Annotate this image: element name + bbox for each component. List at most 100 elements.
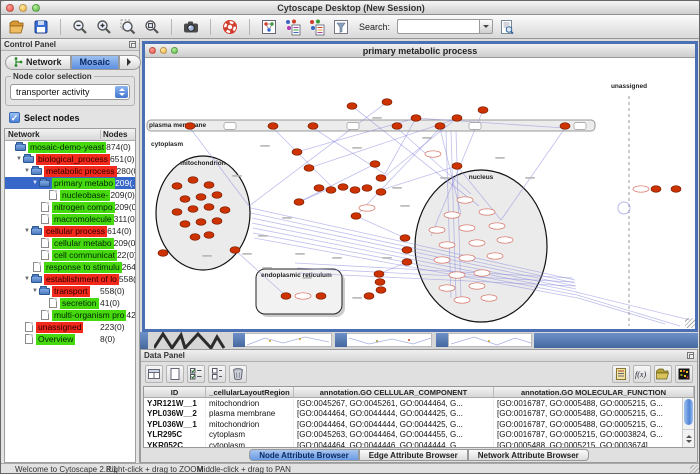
- expander-icon[interactable]: ▼: [23, 228, 31, 234]
- load-attributes-icon[interactable]: [654, 365, 672, 383]
- network-view-titlebar[interactable]: primary metabolic process: [145, 44, 695, 58]
- background-frame-border[interactable]: [436, 333, 448, 347]
- graph-node[interactable]: [188, 206, 198, 213]
- background-frame-border[interactable]: [140, 332, 148, 349]
- expander-icon[interactable]: ▼: [23, 276, 31, 282]
- tree-row[interactable]: nitrogen compo209(0): [5, 201, 135, 213]
- graph-node[interactable]: [196, 219, 206, 226]
- background-window-thumbnail[interactable]: [448, 333, 532, 347]
- graph-node[interactable]: [376, 175, 386, 182]
- table-scrollbar[interactable]: [682, 398, 694, 447]
- membrane-label-box[interactable]: [224, 123, 236, 130]
- graph-node[interactable]: [220, 207, 230, 214]
- graph-node[interactable]: [338, 184, 348, 191]
- create-attribute-icon[interactable]: [166, 365, 184, 383]
- graph-node[interactable]: [560, 123, 570, 130]
- self-loop-edge[interactable]: [618, 202, 630, 214]
- membrane-label-box[interactable]: [347, 123, 359, 130]
- graph-node[interactable]: [671, 186, 681, 193]
- table-column-header[interactable]: ID: [144, 387, 206, 397]
- tree-row[interactable]: multi-organism pro42(0): [5, 309, 135, 321]
- tree-row[interactable]: Overview8(0): [5, 333, 135, 345]
- small-node[interactable]: [469, 240, 485, 246]
- float-panel-icon[interactable]: [687, 352, 694, 359]
- save-icon[interactable]: [31, 17, 51, 37]
- tree-row[interactable]: cellular metabo209(0): [5, 237, 135, 249]
- graph-node[interactable]: [268, 123, 278, 130]
- graph-node[interactable]: [314, 185, 324, 192]
- open-icon[interactable]: [7, 17, 27, 37]
- small-node[interactable]: [459, 225, 475, 231]
- graph-node[interactable]: [411, 115, 421, 122]
- tree-row[interactable]: ▼metabolic process280(0): [5, 165, 135, 177]
- attribute-checklist-icon[interactable]: [187, 365, 205, 383]
- table-column-header[interactable]: annotation.GO CELLULAR_COMPONENT: [294, 387, 494, 397]
- tab-mosaic[interactable]: Mosaic: [71, 55, 120, 70]
- small-node[interactable]: [497, 237, 513, 243]
- table-column-header[interactable]: _cellularLayoutRegion: [206, 387, 294, 397]
- graph-node[interactable]: [204, 204, 214, 211]
- small-node[interactable]: [487, 253, 503, 259]
- tree-row[interactable]: ▼cellular process614(0): [5, 225, 135, 237]
- graph-node[interactable]: [402, 247, 412, 254]
- formula-fx-icon[interactable]: f(x): [633, 365, 651, 383]
- graph-node[interactable]: [180, 221, 190, 228]
- tree-col-network[interactable]: Network: [5, 130, 101, 139]
- expander-icon[interactable]: ▼: [23, 168, 31, 174]
- tree-row[interactable]: secretion41(0): [5, 297, 135, 309]
- map-attributes-icon[interactable]: [307, 17, 327, 37]
- float-panel-icon[interactable]: [129, 41, 136, 48]
- graph-node[interactable]: [376, 287, 386, 294]
- small-node[interactable]: [359, 205, 375, 211]
- tree-row[interactable]: ▼transport558(0): [5, 285, 135, 297]
- node-color-dropdown[interactable]: transporter activity: [10, 84, 130, 100]
- small-node[interactable]: [489, 223, 505, 229]
- graph-node[interactable]: [188, 177, 198, 184]
- small-node[interactable]: [439, 285, 455, 291]
- graph-node[interactable]: [651, 186, 661, 193]
- expander-icon[interactable]: ▼: [15, 156, 23, 162]
- background-frame-border[interactable]: [233, 333, 245, 347]
- tree-row[interactable]: mosaic-demo-yeast874(0): [5, 141, 135, 153]
- attribute-matrix-icon[interactable]: [675, 365, 693, 383]
- zoom-in-icon[interactable]: [94, 17, 114, 37]
- small-node[interactable]: [454, 297, 470, 303]
- graph-node[interactable]: [452, 163, 462, 170]
- advanced-search-icon[interactable]: [497, 17, 517, 37]
- graph-node[interactable]: [204, 182, 214, 189]
- search-input[interactable]: [397, 19, 479, 34]
- select-nodes-checkbox[interactable]: ✓: [9, 112, 20, 123]
- graph-node[interactable]: [351, 213, 361, 220]
- graph-node[interactable]: [452, 115, 462, 122]
- small-node[interactable]: [434, 257, 450, 263]
- tab-node-attribute-browser[interactable]: Node Attribute Browser: [249, 449, 359, 461]
- small-node[interactable]: [459, 255, 475, 261]
- graph-node[interactable]: [382, 99, 392, 106]
- table-row[interactable]: YLR295Ccytoplasm[GO:0045263, GO:0044464,…: [144, 430, 694, 441]
- graph-node[interactable]: [362, 185, 372, 192]
- graph-node[interactable]: [212, 192, 222, 199]
- graph-node[interactable]: [375, 279, 385, 286]
- table-row[interactable]: YKR052Ccytoplasm[GO:0044464, GO:0044446,…: [144, 440, 694, 447]
- network-canvas[interactable]: plasma membranecytoplasmmitochondrionnuc…: [145, 58, 695, 328]
- membrane-label-box[interactable]: [574, 123, 586, 130]
- expander-icon[interactable]: ▼: [31, 180, 39, 186]
- search-dropdown-button[interactable]: [479, 19, 493, 34]
- graph-node[interactable]: [158, 250, 168, 257]
- small-node[interactable]: [449, 272, 465, 278]
- graph-node[interactable]: [376, 189, 386, 196]
- graph-node[interactable]: [304, 165, 314, 172]
- tab-network-attribute-browser[interactable]: Network Attribute Browser: [468, 449, 589, 461]
- attribute-batch-icon[interactable]: [208, 365, 226, 383]
- background-window-thumbnail[interactable]: [346, 333, 432, 347]
- zoom-out-icon[interactable]: [70, 17, 90, 37]
- graph-node[interactable]: [364, 293, 374, 300]
- frame-resize-grip[interactable]: [685, 318, 695, 328]
- import-attributes-icon[interactable]: [283, 17, 303, 37]
- edge[interactable]: [356, 216, 405, 238]
- background-frame-border[interactable]: [335, 333, 347, 347]
- graph-node[interactable]: [204, 232, 214, 239]
- graph-node[interactable]: [326, 187, 336, 194]
- help-lifering-icon[interactable]: [220, 17, 240, 37]
- edge[interactable]: [577, 295, 680, 326]
